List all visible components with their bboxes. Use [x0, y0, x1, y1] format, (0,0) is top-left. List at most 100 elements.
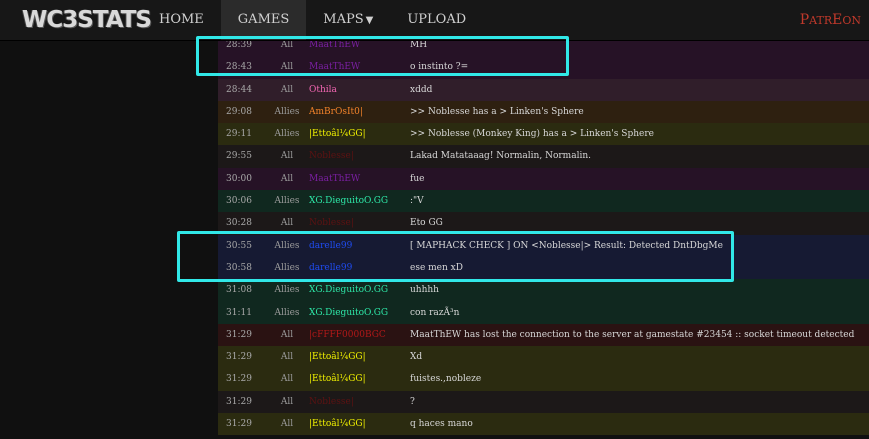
chat-row: 31:29 All Noblesse|? — [218, 390, 869, 414]
chat-player[interactable]: AmBrOsIt0| — [309, 101, 407, 123]
chat-message: :"V — [410, 196, 424, 207]
chat-row: 30:28 All Noblesse| Eto GG — [218, 212, 869, 235]
chat-message: o instinto ?= — [410, 62, 469, 73]
chat-scope: All — [280, 173, 294, 184]
chat-message: xddd — [410, 84, 433, 95]
chat-row: 31:11 Allies XG.DieguitoO.GG con razÃ³n — [218, 301, 869, 324]
chat-time: 31:08 — [226, 285, 252, 296]
chat-time: 30:55 — [226, 240, 252, 251]
chat-player[interactable]: |Ettoâl¼GG| — [309, 346, 407, 368]
chat-time: 28:44 — [226, 84, 252, 95]
chat-player[interactable]: XG.DieguitoO.GG — [309, 190, 407, 212]
chat-scope: Allies — [274, 262, 300, 273]
chat-row: 31:29 All |cFFFF0000BGC MaatThEW has lost t… — [218, 323, 869, 347]
chat-time: 30:58 — [226, 262, 252, 273]
chat-log: 28:39 All MaatThEW MH 28:43 All MaatThEW o inst… — [218, 34, 869, 439]
chat-player[interactable]: darelle99 — [309, 235, 407, 257]
chat-time: 30:00 — [226, 173, 252, 184]
chat-row: 31:08 Allies XG.DieguitoO.GG uhhhh — [218, 279, 869, 302]
chat-player[interactable]: darelle99 — [309, 257, 407, 279]
chat-row: 28:44 All Othila xddd — [218, 78, 869, 101]
chat-scope: All — [280, 419, 294, 430]
chat-message: Xd — [410, 352, 423, 363]
chat-scope: All — [280, 352, 294, 363]
chat-player[interactable]: |Ettoâl¼GG| — [309, 413, 407, 435]
chat-time: 29:08 — [226, 106, 252, 117]
nav-home[interactable]: HOME — [142, 0, 221, 40]
chat-scope: All — [280, 329, 294, 340]
patreon-text-atr: ATR — [809, 14, 833, 27]
chat-player[interactable]: XG.DieguitoO.GG — [309, 302, 407, 324]
chat-player[interactable]: Noblesse| — [309, 391, 407, 413]
chat-message: Eto GG — [410, 218, 443, 229]
chat-message: ? — [410, 396, 415, 407]
chat-player[interactable]: |cFFFF0000BGC — [309, 324, 407, 346]
nav-games[interactable]: GAMES — [220, 0, 307, 40]
chat-scope: All — [280, 62, 294, 73]
chat-row: 30:58 Allies darelle99 ese men xD — [218, 256, 869, 280]
chat-scope: All — [280, 396, 294, 407]
nav-upload[interactable]: UPLOAD — [390, 0, 483, 40]
chat-scope: Allies — [274, 129, 300, 140]
main-nav: HOME GAMES MAPS ▼ UPLOAD — [142, 0, 483, 40]
chat-time: 30:28 — [226, 218, 252, 229]
chat-scope: Allies — [274, 106, 300, 117]
chat-player[interactable]: Noblesse| — [309, 145, 407, 167]
chat-time: 30:06 — [226, 196, 252, 207]
chat-row: 31:29 All |Ettoâl¼GG| q haces mano — [218, 413, 869, 436]
chat-scope: Allies — [274, 307, 300, 318]
chat-time: 28:43 — [226, 62, 252, 73]
chat-scope: Allies — [274, 196, 300, 207]
top-navbar: WC3STATS HOME GAMES MAPS ▼ UPLOAD PATREON — [0, 0, 869, 41]
chat-time: 31:29 — [226, 419, 252, 430]
chat-time: 31:11 — [226, 307, 252, 318]
chat-message: con razÃ³n — [410, 307, 460, 318]
chat-time: 31:29 — [226, 396, 252, 407]
chat-scope: All — [280, 374, 294, 385]
chat-player[interactable]: Noblesse| — [309, 212, 407, 234]
patreon-text-e: E — [832, 12, 843, 28]
chat-scope: All — [280, 218, 294, 229]
chat-scope: All — [280, 84, 294, 95]
chat-message: Lakad Matataaag! Normalin, Normalin. — [410, 151, 591, 162]
chat-player[interactable]: MaatThEW — [309, 56, 407, 78]
nav-maps-label: MAPS — [323, 12, 364, 27]
chat-time: 31:29 — [226, 374, 252, 385]
chat-row: 29:08 Allies AmBrOsIt0| >> Noblesse has a >… — [218, 100, 869, 124]
patreon-text-p: P — [799, 12, 810, 28]
chat-row: 29:11 Allies |Ettoâl¼GG| >> Noblesse (Monke… — [218, 123, 869, 146]
chat-row: 28:43 All MaatThEW o instinto ?= — [218, 56, 869, 79]
chat-player[interactable]: |Ettoâl¼GG| — [309, 368, 407, 390]
chat-message: >> Noblesse (Monkey King) has a > Linken… — [410, 129, 654, 140]
chat-row: 30:55 Allies darelle99[ MAPHACK CHECK ] ON… — [218, 234, 869, 257]
chat-row: 29:55 All Noblesse| Lakad Matataaag! Normal… — [218, 145, 869, 168]
chat-scope: Allies — [274, 240, 300, 251]
chevron-down-icon: ▼ — [365, 15, 374, 26]
chat-time: 29:11 — [226, 129, 252, 140]
chat-message: q haces mano — [410, 419, 473, 430]
chat-row: 30:06 Allies XG.DieguitoO.GG:"V — [218, 190, 869, 213]
chat-player[interactable]: XG.DieguitoO.GG — [309, 279, 407, 301]
nav-maps[interactable]: MAPS ▼ — [306, 0, 390, 40]
chat-row: 30:00 All MaatThEW fue — [218, 167, 869, 191]
chat-player[interactable]: Othila — [309, 79, 407, 101]
chat-row: 31:29 All |Ettoâl¼GG| fuistes.,nobleze — [218, 368, 869, 391]
chat-message: [ MAPHACK CHECK ] ON <Noblesse|> Result:… — [410, 240, 723, 251]
chat-scope: All — [280, 151, 294, 162]
chat-message: uhhhh — [410, 285, 439, 296]
chat-player[interactable]: |Ettoâl¼GG| — [309, 123, 407, 145]
chat-time: 31:29 — [226, 352, 252, 363]
chat-message: ese men xD — [410, 262, 463, 273]
patreon-text-on: ON — [842, 14, 861, 27]
chat-message: MaatThEW has lost the connection to the … — [410, 329, 855, 340]
chat-player[interactable]: MaatThEW — [309, 168, 407, 190]
chat-message: fuistes.,nobleze — [410, 374, 482, 385]
chat-scope: Allies — [274, 285, 300, 296]
chat-time: 29:55 — [226, 151, 252, 162]
chat-message: fue — [410, 173, 425, 184]
site-logo[interactable]: WC3STATS — [22, 7, 152, 33]
chat-time: 31:29 — [226, 329, 252, 340]
patreon-link[interactable]: PATREON — [800, 0, 861, 40]
chat-row: 31:29 All |Ettoâl¼GG| Xd — [218, 346, 869, 369]
chat-message: >> Noblesse has a > Linken's Sphere — [410, 106, 584, 117]
